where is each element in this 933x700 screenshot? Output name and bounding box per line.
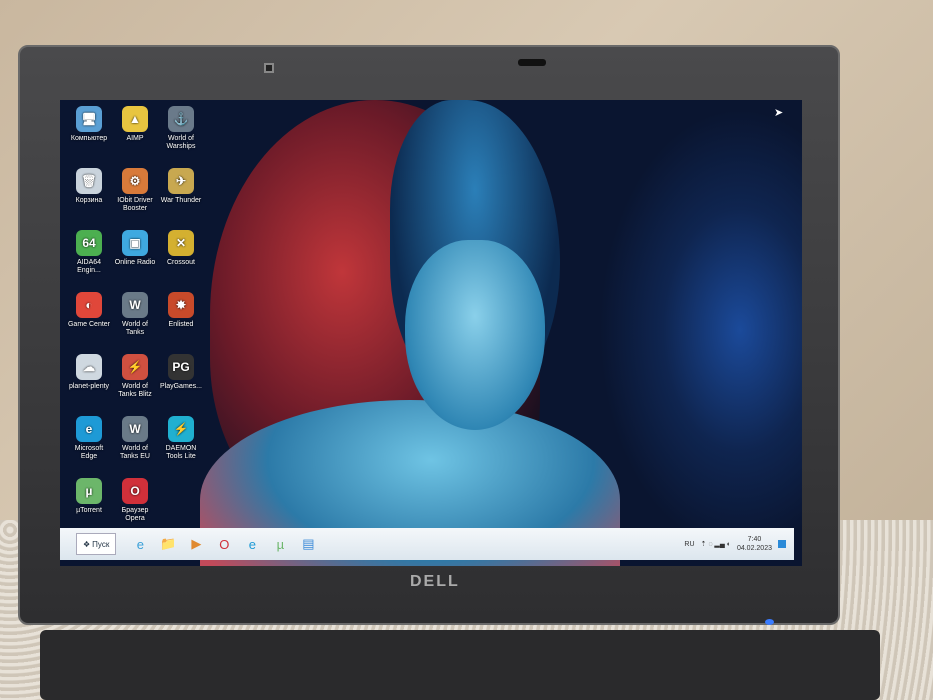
mouse-cursor-icon: ➤ (774, 107, 784, 119)
language-indicator[interactable]: RU (684, 541, 694, 548)
dell-logo: DELL (410, 573, 460, 590)
desktop-icon-label: Microsoft Edge (74, 445, 104, 460)
desktop-icon[interactable]: ⚙ IObit Driver Booster (112, 168, 158, 230)
system-tray: RU ⇡ ◌ ▂▄ ◐ 7:40 04.02.2023 (684, 528, 786, 560)
desktop-icon[interactable]: ▲ AIMP (112, 106, 158, 168)
clock[interactable]: 7:40 04.02.2023 (737, 535, 772, 553)
desktop-icons: 🖥 Компьютер ▲ AIMP ⚓ World of Warships 🗑 Корзин… (66, 106, 204, 540)
app-icon: PG (168, 354, 194, 380)
taskbar-media-player-icon[interactable]: ▶ (184, 533, 208, 555)
desktop-icon-label: Корзина (75, 197, 103, 204)
taskbar-file-explorer-icon[interactable]: 📁 (156, 533, 180, 555)
desktop-icon-label: World of Warships (166, 135, 196, 150)
desktop-icon[interactable]: ⚓ World of Warships (158, 106, 204, 168)
app-icon: µ (76, 478, 102, 504)
desktop-icon-label: planet-plenty (68, 383, 110, 390)
app-icon: 🗑 (76, 168, 102, 194)
desktop-icon-label: World of Tanks Blitz (118, 383, 152, 398)
app-icon: ▣ (122, 230, 148, 256)
taskbar-show-desktop-icon[interactable]: ▤ (296, 533, 320, 555)
app-icon: ⚡ (122, 354, 148, 380)
taskbar-opera-icon[interactable]: O (212, 533, 236, 555)
windows-logo-icon: ❖ (83, 539, 91, 549)
desktop-icon[interactable]: ✕ Crossout (158, 230, 204, 292)
desktop-icon-label: War Thunder (160, 197, 202, 204)
desktop-icon[interactable]: 64 AIDA64 Engin... (66, 230, 112, 292)
desktop-icon-label: Enlisted (168, 321, 194, 328)
laptop: 🖥 Компьютер ▲ AIMP ⚓ World of Warships 🗑 Корзин… (18, 45, 840, 625)
clock-time: 7:40 (747, 536, 762, 543)
desktop-icon[interactable]: W World of Tanks EU (112, 416, 158, 478)
desktop-icon[interactable]: ▣ Online Radio (112, 230, 158, 292)
desktop-icon[interactable]: ✸ Enlisted (158, 292, 204, 354)
desktop-icon[interactable]: ☁ planet-plenty (66, 354, 112, 416)
show-desktop-icon[interactable] (778, 540, 786, 548)
app-icon: W (122, 292, 148, 318)
desktop-icon[interactable]: ✈ War Thunder (158, 168, 204, 230)
app-icon: ✸ (168, 292, 194, 318)
desktop-icon-label: Crossout (166, 259, 195, 266)
bezel-latch (264, 63, 274, 73)
app-icon: O (122, 478, 148, 504)
app-icon: ☁ (76, 354, 102, 380)
app-icon: ◐ (76, 292, 102, 318)
app-icon: W (122, 416, 148, 442)
power-led (765, 619, 774, 625)
app-icon: ⚓ (168, 106, 194, 132)
desktop-icon-label: Компьютер (70, 135, 108, 142)
clock-date: 04.02.2023 (736, 545, 772, 552)
desktop-icon-label: World of Tanks (122, 321, 148, 336)
desktop-icon[interactable]: 🗑 Корзина (66, 168, 112, 230)
taskbar-pinned: e 📁 ▶ Oe µ ▤ (124, 533, 320, 555)
tray-icons[interactable]: ⇡ ◌ ▂▄ ◐ (701, 540, 731, 548)
desktop-icon-label: AIDA64 Engin... (76, 259, 102, 274)
desktop-icon-label: DAEMON Tools Lite (165, 445, 197, 460)
desktop-icon-label: AIMP (126, 135, 144, 142)
start-label: Пуск (92, 539, 110, 549)
desktop-icon-label: Браузер Opera (121, 507, 149, 522)
desktop-icon-label: World of Tanks EU (120, 445, 150, 460)
taskbar-edge-icon[interactable]: e (240, 533, 264, 555)
desktop-icon[interactable]: ◐ Game Center (66, 292, 112, 354)
desktop-icon[interactable]: W World of Tanks (112, 292, 158, 354)
desktop-icon[interactable]: e Microsoft Edge (66, 416, 112, 478)
desktop-icon[interactable]: PG PlayGames... (158, 354, 204, 416)
app-icon: ✕ (168, 230, 194, 256)
app-icon: 64 (76, 230, 102, 256)
app-icon: 🖥 (76, 106, 102, 132)
start-button[interactable]: ❖ Пуск (76, 533, 117, 555)
desktop-screen: 🖥 Компьютер ▲ AIMP ⚓ World of Warships 🗑 Корзин… (60, 100, 802, 566)
app-icon: e (76, 416, 102, 442)
keyboard (40, 630, 880, 700)
wallpaper-face (405, 240, 545, 430)
desktop-icon-label: µTorrent (76, 507, 102, 514)
app-icon: ⚙ (122, 168, 148, 194)
desktop-icon[interactable]: 🖥 Компьютер (66, 106, 112, 168)
desktop-icon-label: IObit Driver Booster (117, 197, 153, 212)
desktop-icon[interactable]: ⚡ DAEMON Tools Lite (158, 416, 204, 478)
desktop-icon[interactable]: ⚡ World of Tanks Blitz (112, 354, 158, 416)
taskbar: ❖ Пуск e 📁 ▶ Oe µ ▤ RU ⇡ ◌ ▂▄ ◐ 7:40 04.02.2023 (60, 528, 794, 560)
desktop-icon-label: PlayGames... (159, 383, 202, 390)
desktop-icon-label: Online Radio (114, 259, 156, 266)
webcam (518, 59, 546, 66)
desktop-icon-label: Game Center (67, 321, 111, 328)
taskbar-utorrent-icon[interactable]: µ (268, 533, 292, 555)
app-icon: ✈ (168, 168, 194, 194)
app-icon: ⚡ (168, 416, 194, 442)
taskbar-internet-explorer-icon[interactable]: e (128, 533, 152, 555)
app-icon: ▲ (122, 106, 148, 132)
